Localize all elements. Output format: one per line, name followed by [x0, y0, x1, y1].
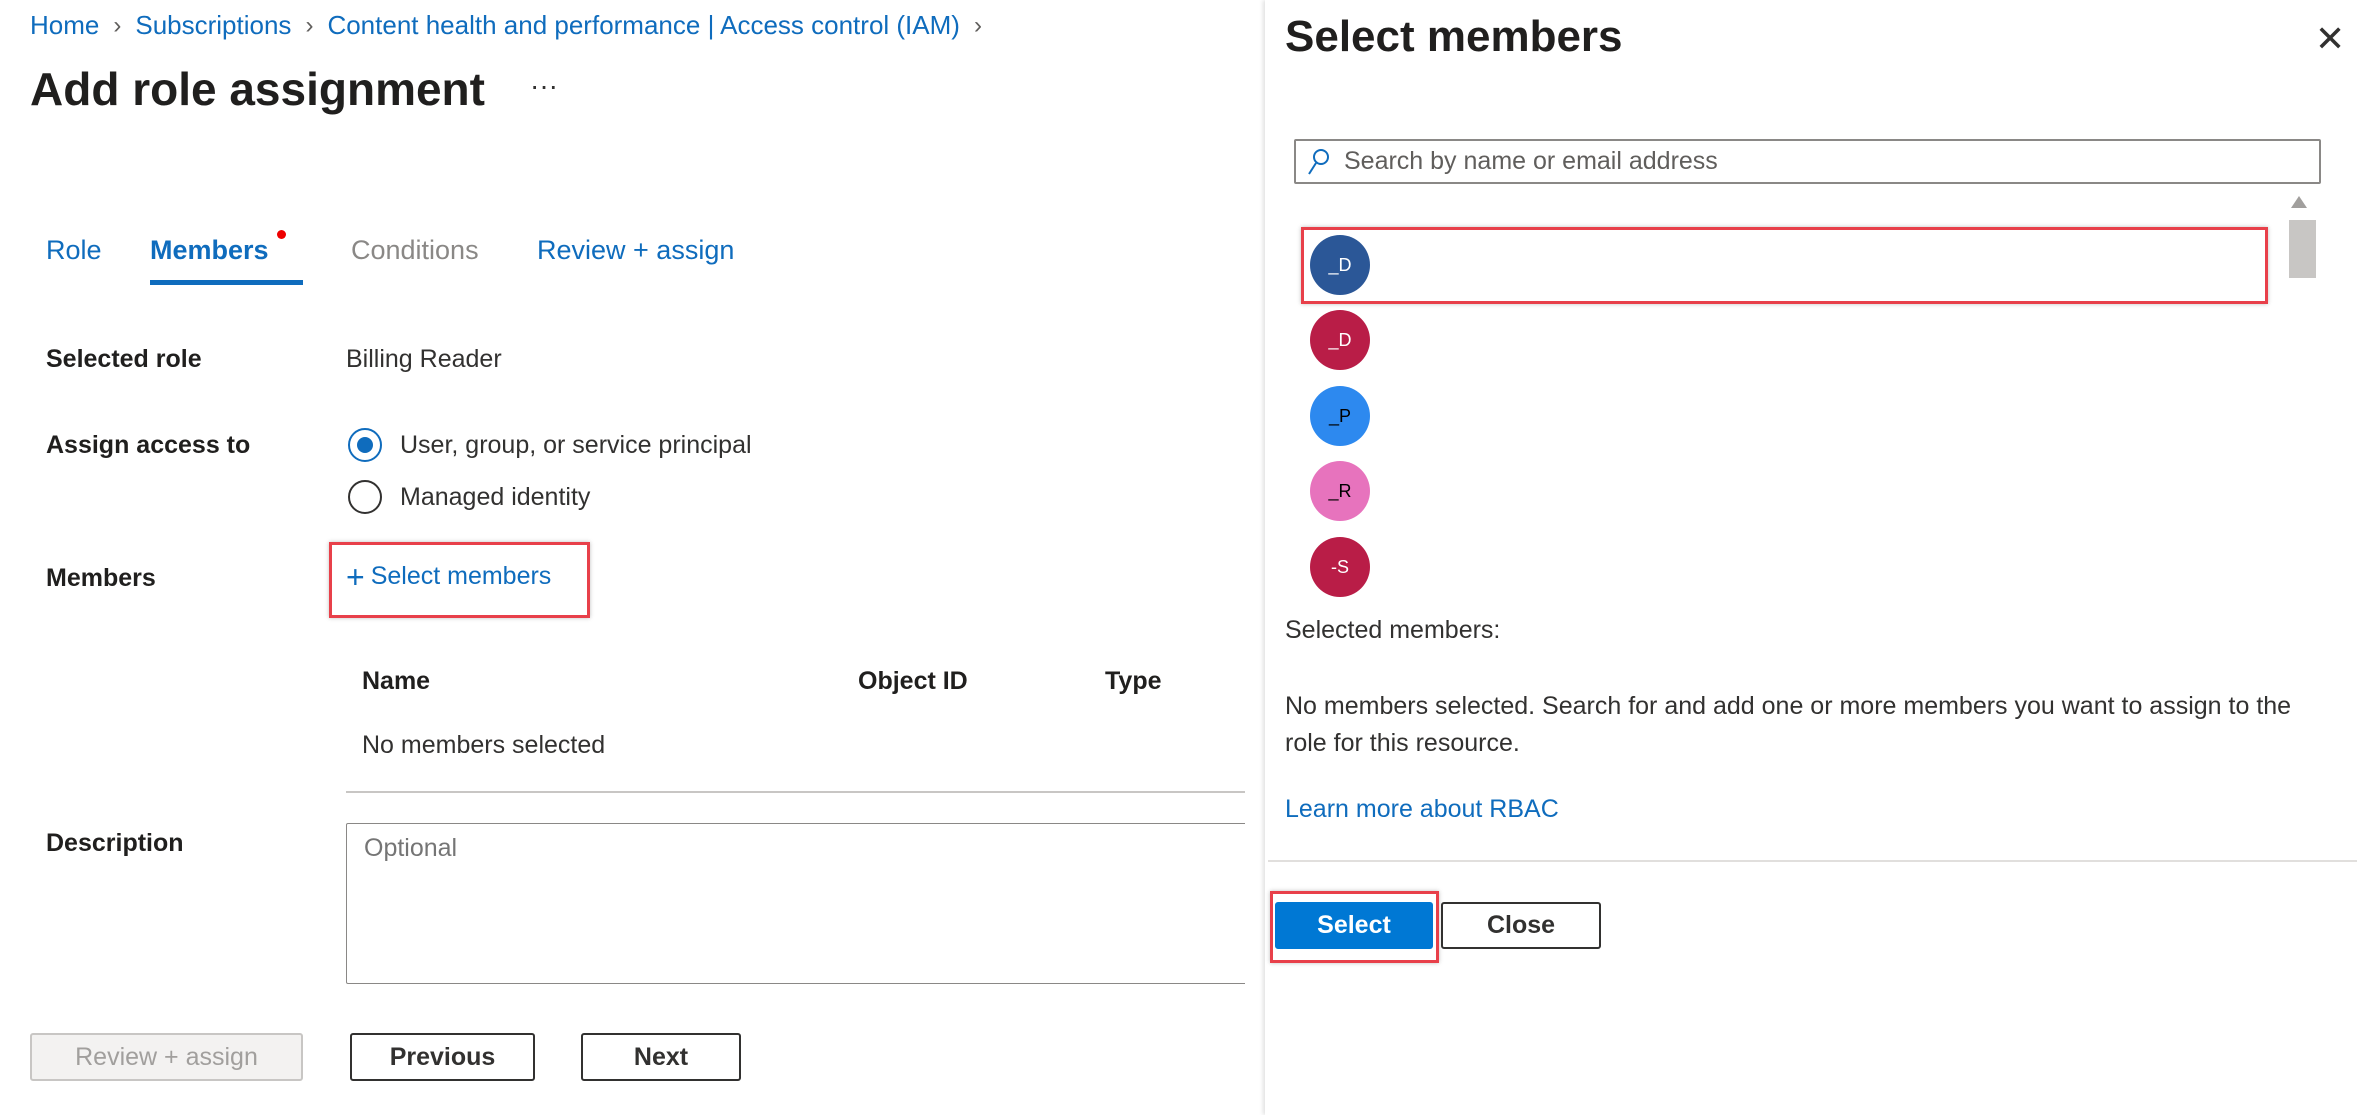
select-button[interactable]: Select	[1275, 902, 1433, 949]
member-avatar[interactable]: _D	[1310, 235, 1370, 295]
required-indicator	[277, 230, 286, 239]
panel-title: Select members	[1285, 12, 1623, 61]
radio-managed-identity[interactable]	[348, 480, 382, 514]
page-title: Add role assignment	[30, 63, 485, 115]
scrollbar-thumb[interactable]	[2289, 220, 2316, 278]
add-role-assignment-page: Home › Subscriptions › Content health and …	[0, 0, 1245, 1115]
member-avatar[interactable]: _R	[1310, 461, 1370, 521]
active-tab-underline	[150, 280, 303, 285]
column-name: Name	[362, 667, 431, 695]
learn-more-link[interactable]: Learn more about RBAC	[1285, 795, 1559, 824]
search-input[interactable]: Search by name or email address	[1294, 139, 2321, 184]
description-label: Description	[46, 829, 184, 857]
column-type: Type	[1105, 667, 1162, 695]
selected-role-value: Billing Reader	[346, 345, 502, 373]
close-button[interactable]: Close	[1441, 902, 1601, 949]
selected-members-label: Selected members:	[1285, 616, 1501, 644]
highlight-box	[1301, 227, 2268, 304]
tab-conditions[interactable]: Conditions	[351, 235, 479, 266]
selected-role-label: Selected role	[46, 345, 202, 373]
tab-review-assign[interactable]: Review + assign	[537, 235, 734, 266]
assign-access-label: Assign access to	[46, 431, 251, 459]
close-icon[interactable]: ✕	[2315, 18, 2345, 60]
tab-members[interactable]: Members	[150, 235, 269, 266]
radio-user-group-label[interactable]: User, group, or service principal	[400, 431, 752, 460]
radio-managed-identity-label[interactable]: Managed identity	[400, 483, 590, 512]
members-label: Members	[46, 564, 156, 592]
review-assign-button[interactable]: Review + assign	[30, 1033, 303, 1081]
tab-role[interactable]: Role	[46, 235, 102, 266]
no-members-text: No members selected. Search for and add …	[1285, 692, 2292, 757]
breadcrumb: Home › Subscriptions › Content health and …	[30, 10, 982, 41]
chevron-right-icon: ›	[305, 11, 314, 39]
divider	[1268, 860, 2357, 862]
search-placeholder: Search by name or email address	[1344, 147, 1718, 175]
search-icon	[1308, 148, 1329, 175]
scroll-up-icon[interactable]	[2291, 196, 2307, 208]
table-empty-text: No members selected	[362, 731, 606, 759]
breadcrumb-home[interactable]: Home	[30, 10, 99, 41]
description-input[interactable]	[346, 823, 1245, 984]
breadcrumb-subscriptions[interactable]: Subscriptions	[135, 10, 291, 41]
member-avatar[interactable]: _D	[1310, 310, 1370, 370]
column-object-id: Object ID	[858, 667, 968, 695]
more-options-icon[interactable]: ···	[530, 70, 558, 102]
select-members-link[interactable]: + Select members	[346, 558, 552, 595]
member-avatar[interactable]: -S	[1310, 537, 1370, 597]
select-members-label: Select members	[370, 562, 552, 590]
breadcrumb-iam[interactable]: Content health and performance | Access …	[327, 10, 960, 41]
previous-button[interactable]: Previous	[350, 1033, 535, 1081]
plus-icon: +	[346, 558, 365, 595]
next-button[interactable]: Next	[581, 1033, 741, 1081]
select-members-panel: Select members ✕ Search by name or email…	[1265, 0, 2357, 1115]
divider	[346, 791, 1245, 793]
member-avatar[interactable]: _P	[1310, 386, 1370, 446]
chevron-right-icon: ›	[973, 11, 982, 39]
chevron-right-icon: ›	[113, 11, 122, 39]
radio-user-group[interactable]	[348, 428, 382, 462]
